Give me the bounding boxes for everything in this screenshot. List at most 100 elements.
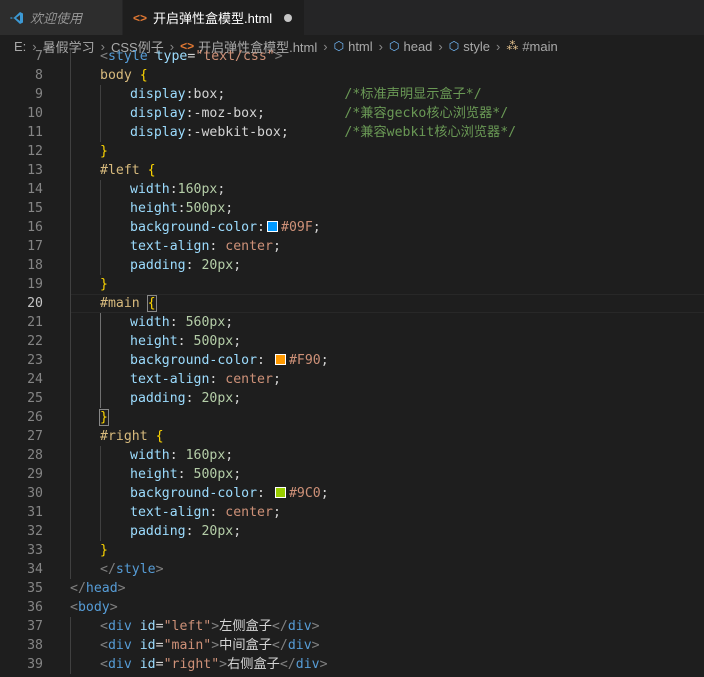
code-line[interactable]: 14 width:160px; xyxy=(0,180,704,199)
code-line[interactable]: 15 height:500px; xyxy=(0,199,704,218)
code-line[interactable]: 36 <body> xyxy=(0,598,704,617)
code-line[interactable]: 9 display:box; /*标准声明显示盒子*/ xyxy=(0,85,704,104)
code-token: </ xyxy=(271,619,288,634)
code-token: : xyxy=(177,201,186,216)
code-line[interactable]: 29 height: 500px; xyxy=(0,465,704,484)
code-token: ; xyxy=(320,353,329,368)
code-line[interactable]: 21 width: 560px; xyxy=(0,313,704,332)
code-line[interactable]: 24 text-align: center; xyxy=(0,370,704,389)
code-line[interactable]: 33} xyxy=(0,541,704,560)
unsaved-dot-icon[interactable] xyxy=(284,13,293,22)
code-token: display xyxy=(130,125,186,140)
code-token: { xyxy=(139,68,148,83)
code-token: { xyxy=(155,429,164,444)
code-text: padding: 20px; xyxy=(130,522,241,541)
code-line[interactable]: 27 #right { xyxy=(0,427,704,446)
code-line[interactable]: 20 #main { xyxy=(0,294,704,313)
code-token: ; xyxy=(225,315,234,330)
indent-guide xyxy=(70,636,71,655)
code-line[interactable]: 12} xyxy=(0,142,704,161)
code-token: div xyxy=(287,619,312,634)
code-text: width:160px; xyxy=(130,180,225,199)
code-line[interactable]: 26} xyxy=(0,408,704,427)
code-token: /*标准声明显示盒子*/ xyxy=(344,87,482,102)
indent-guide xyxy=(70,351,71,370)
code-token: < xyxy=(100,619,108,634)
code-token: 右侧盒子 xyxy=(227,657,280,672)
code-line[interactable]: 39 <div id="right">右侧盒子</div> xyxy=(0,655,704,674)
code-line[interactable]: 34 </style> xyxy=(0,560,704,579)
code-token: { xyxy=(147,163,156,178)
code-line[interactable]: 7 <style type="text/css"> xyxy=(0,50,704,66)
code-token: body xyxy=(100,68,132,83)
code-line[interactable]: 32 padding: 20px; xyxy=(0,522,704,541)
indent-guide xyxy=(70,617,71,636)
code-line[interactable]: 25 padding: 20px; xyxy=(0,389,704,408)
code-token: : xyxy=(257,220,265,235)
indent-guide xyxy=(70,522,71,541)
code-line[interactable]: 11 display:-webkit-box; /*兼容webkit核心浏览器*/ xyxy=(0,123,704,142)
color-swatch[interactable] xyxy=(267,221,278,232)
code-token: id xyxy=(139,657,156,672)
code-line[interactable]: 8 body { xyxy=(0,66,704,85)
indent-guide xyxy=(100,85,101,104)
code-token: body xyxy=(77,600,110,615)
code-line[interactable]: 23 background-color: #F90; xyxy=(0,351,704,370)
code-token: : xyxy=(257,486,273,501)
code-line[interactable]: 19} xyxy=(0,275,704,294)
code-token: style xyxy=(115,562,156,577)
tab-welcome[interactable]: 欢迎使用 xyxy=(0,0,123,35)
code-line[interactable]: 31 text-align: center; xyxy=(0,503,704,522)
code-line[interactable]: 17 text-align: center; xyxy=(0,237,704,256)
tab-bar: 欢迎使用 <> 开启弹性盒模型.html xyxy=(0,0,704,35)
code-token: 500px xyxy=(193,467,234,482)
code-token: ; xyxy=(272,372,281,387)
code-token: > xyxy=(311,619,320,634)
code-line[interactable]: 13 #left { xyxy=(0,161,704,180)
indent-guide xyxy=(70,237,71,256)
code-line[interactable]: 28 width: 160px; xyxy=(0,446,704,465)
code-line[interactable]: 22 height: 500px; xyxy=(0,332,704,351)
line-number: 27 xyxy=(27,429,43,444)
code-line[interactable]: 10 display:-moz-box; /*兼容gecko核心浏览器*/ xyxy=(0,104,704,123)
line-number: 28 xyxy=(27,448,43,463)
indent-guide xyxy=(70,427,71,446)
code-line[interactable]: 30 background-color: #9C0; xyxy=(0,484,704,503)
code-editor[interactable]: 7 <style type="text/css"> 8 body {9 display:… xyxy=(0,50,704,677)
tab-active-file[interactable]: <> 开启弹性盒模型.html xyxy=(123,0,306,35)
code-line[interactable]: 16 background-color: #09F; xyxy=(0,218,704,237)
code-line[interactable]: 37 <div id="left">左侧盒子</div> xyxy=(0,617,704,636)
line-number: 24 xyxy=(27,372,43,387)
code-token: /*兼容webkit核心浏览器*/ xyxy=(344,125,517,140)
code-token: </ xyxy=(100,562,116,577)
tab-welcome-label: 欢迎使用 xyxy=(30,11,83,26)
code-token: div xyxy=(107,619,132,634)
code-token: ; xyxy=(217,182,226,197)
line-number: 15 xyxy=(27,201,43,216)
code-token: 20px xyxy=(201,258,234,273)
code-line[interactable]: 38 <div id="main">中间盒子</div> xyxy=(0,636,704,655)
code-token: : xyxy=(209,505,226,520)
indent-guide xyxy=(100,389,101,408)
code-token: padding xyxy=(130,524,186,539)
code-token: width xyxy=(130,182,170,197)
line-number: 21 xyxy=(27,315,43,330)
code-token: < xyxy=(70,600,78,615)
code-token: #9C0 xyxy=(288,486,321,501)
code-text: } xyxy=(99,408,109,427)
code-token: 560px xyxy=(185,315,226,330)
color-swatch[interactable] xyxy=(274,487,286,498)
line-number: 32 xyxy=(27,524,43,539)
code-line[interactable]: 18 padding: 20px; xyxy=(0,256,704,275)
code-token: > xyxy=(319,657,328,672)
color-swatch[interactable] xyxy=(274,354,286,365)
code-text: height:500px; xyxy=(130,199,233,218)
code-line[interactable]: 35 </head> xyxy=(0,579,704,598)
code-token: } xyxy=(100,543,108,558)
line-number: 35 xyxy=(27,581,43,596)
code-text: background-color: #F90; xyxy=(130,351,329,370)
